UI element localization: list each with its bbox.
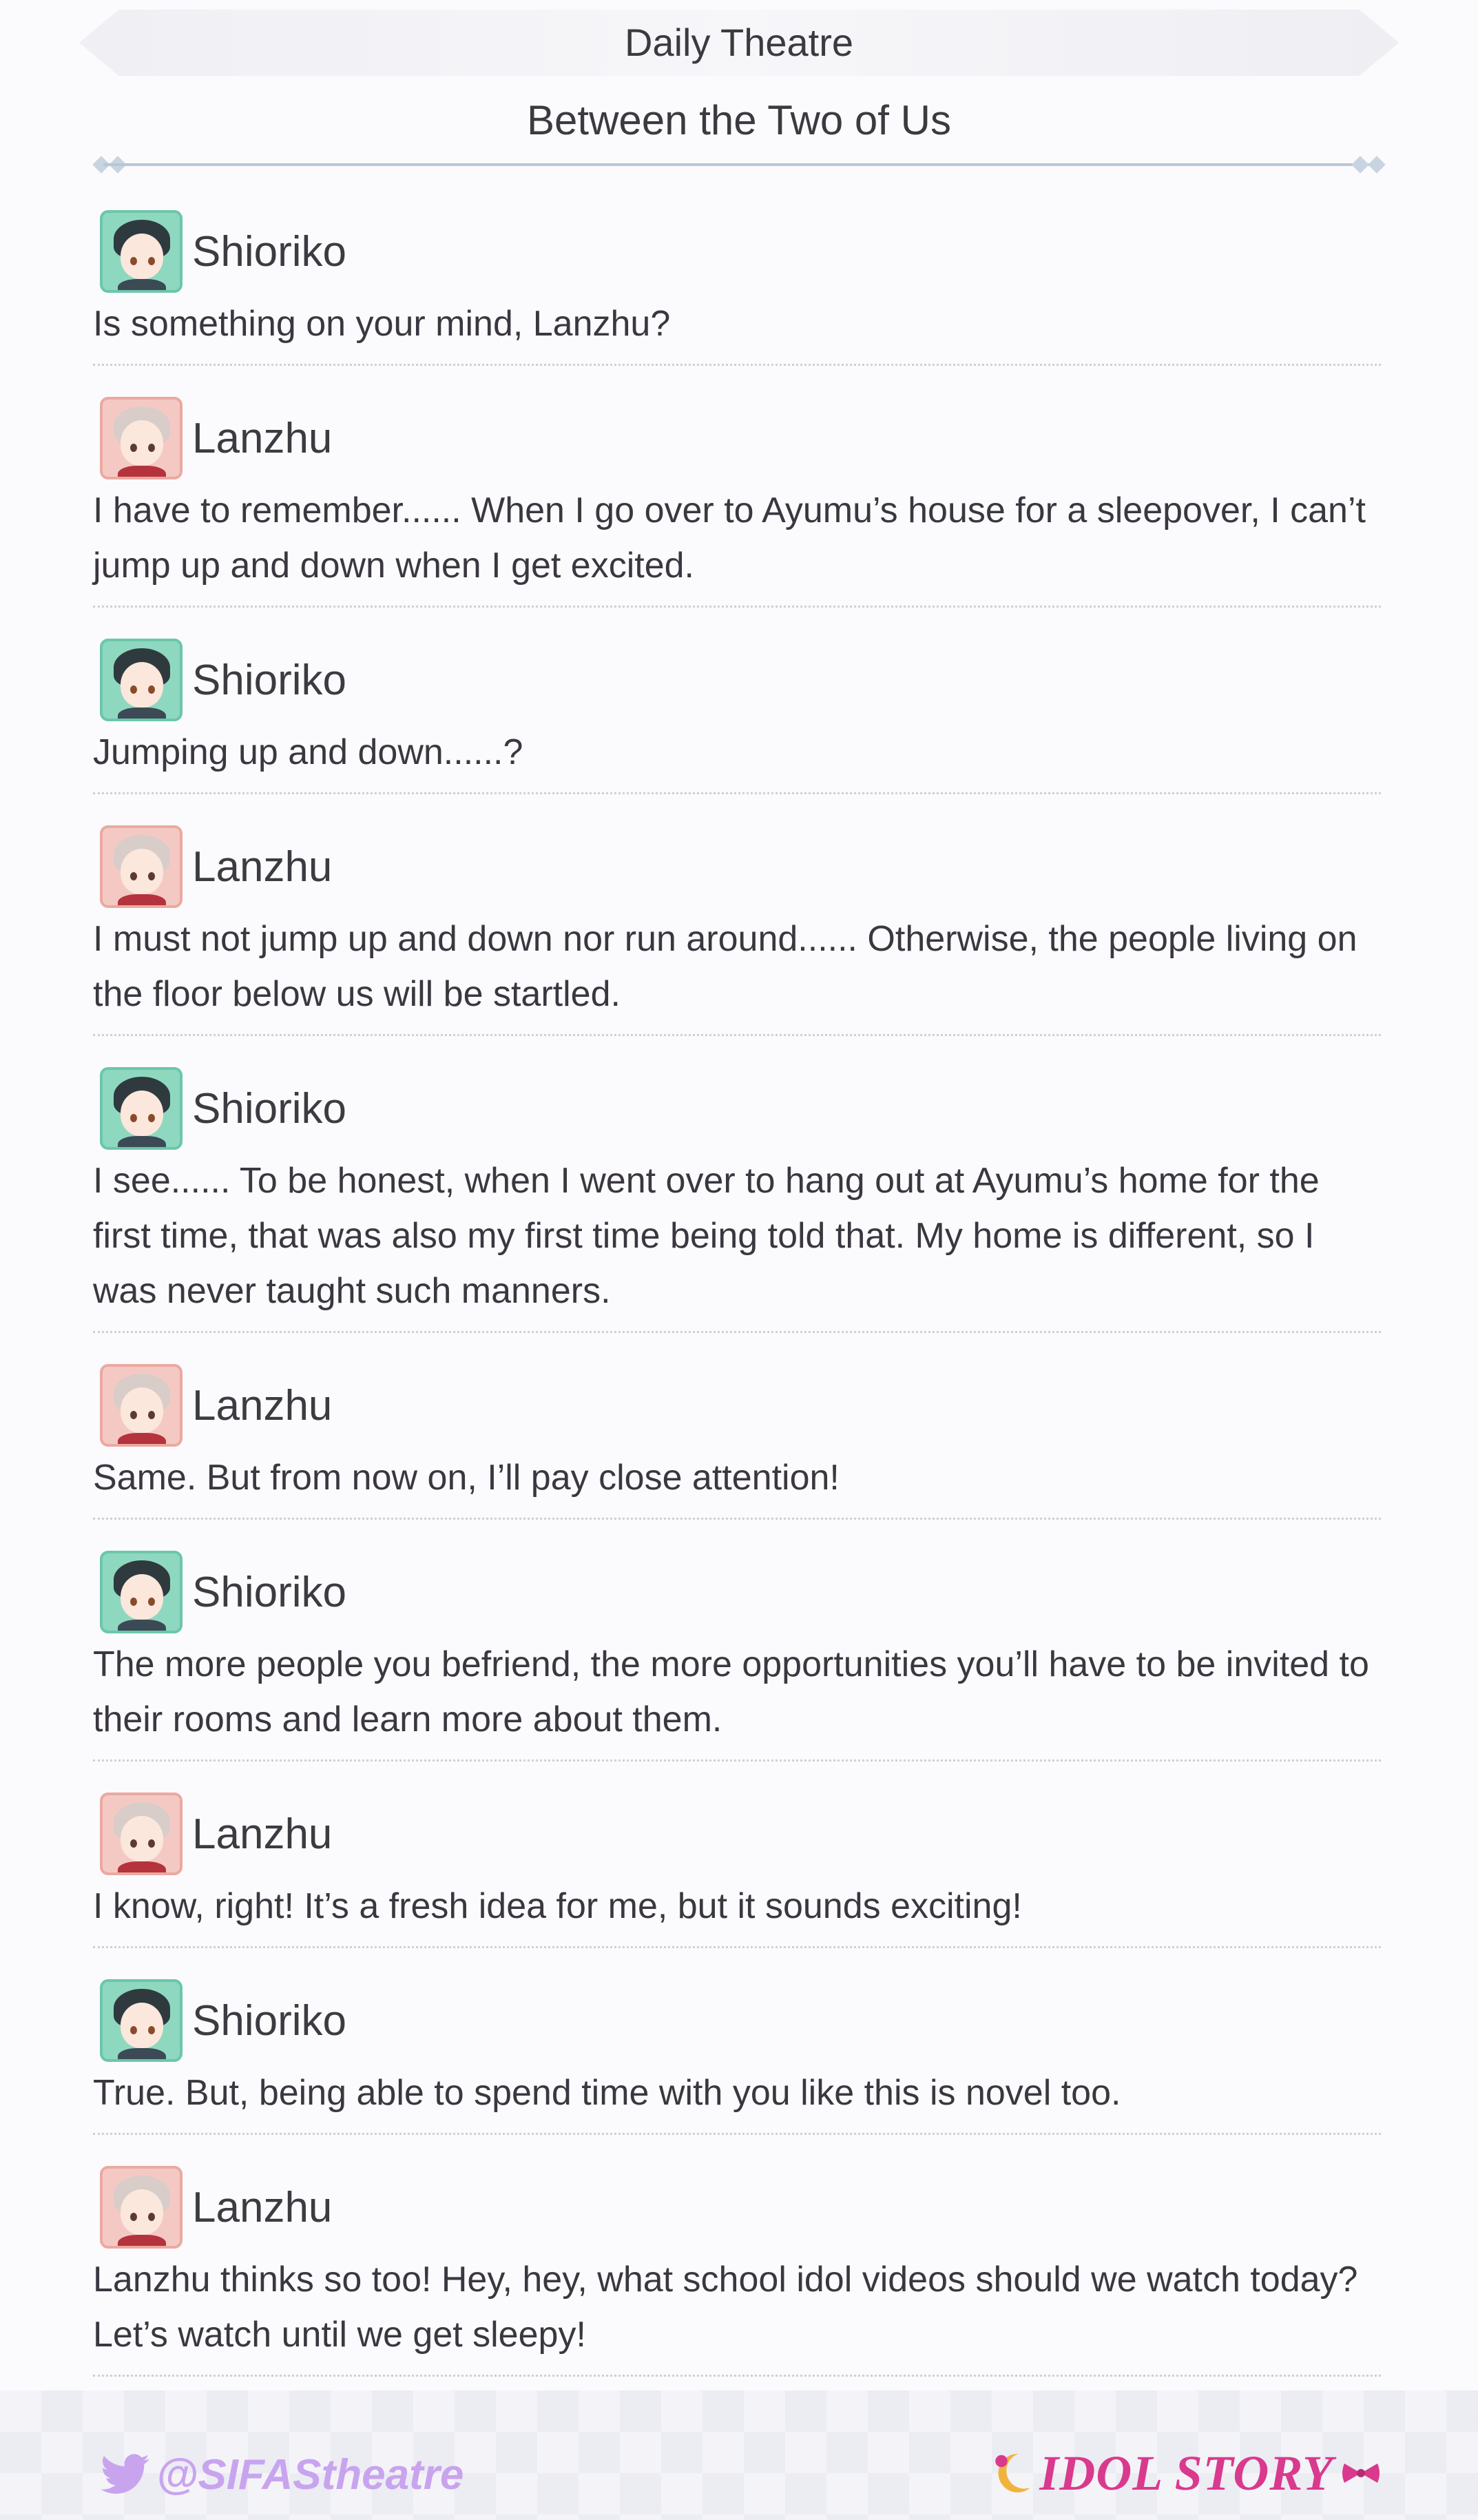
lanzhu-avatar (100, 2166, 183, 2249)
brand-text: IDOL STORY (1039, 2445, 1333, 2501)
dialogue-text: Jumping up and down......? (93, 732, 523, 772)
dialogue-entry: Lanzhu Lanzhu thinks so too! Hey, hey, wh… (93, 2162, 1381, 2377)
lanzhu-avatar (100, 397, 183, 479)
speaker-row: Lanzhu (93, 393, 1381, 483)
story-title: Between the Two of Us (527, 97, 951, 143)
brand-logo: IDOL STORY (987, 2439, 1382, 2508)
dialogue-text: The more people you befriend, the more o… (93, 1644, 1369, 1739)
shioriko-avatar (100, 1979, 183, 2062)
title-divider (103, 163, 1375, 166)
lanzhu-avatar (100, 1364, 183, 1447)
dialogue-text: I know, right! It’s a fresh idea for me,… (93, 1886, 1022, 1926)
speaker-name: Shioriko (192, 1996, 346, 2045)
dialogue-text: True. But, being able to spend time with… (93, 2073, 1121, 2113)
shioriko-avatar (100, 639, 183, 721)
lanzhu-avatar (100, 1793, 183, 1875)
speaker-row: Shioriko (93, 1976, 1381, 2065)
speaker-name: Lanzhu (192, 2183, 333, 2231)
dialogue-entry: Shioriko Is something on your mind, Lanzh… (93, 207, 1381, 366)
dialogue-entry: Shioriko Jumping up and down......? (93, 635, 1381, 794)
speaker-name: Lanzhu (192, 843, 333, 891)
dialogue-list: Shioriko Is something on your mind, Lanzh… (93, 207, 1381, 2404)
speaker-row: Shioriko (93, 207, 1381, 296)
divider-diamond-right (1368, 156, 1386, 174)
speaker-name: Lanzhu (192, 1381, 333, 1429)
speaker-name: Shioriko (192, 1568, 346, 1616)
twitter-handle-text: @SIFAStheatre (156, 2450, 464, 2499)
speaker-name: Shioriko (192, 656, 346, 704)
dialogue-entry: Lanzhu I must not jump up and down nor ru… (93, 822, 1381, 1036)
shioriko-avatar (100, 1551, 183, 1633)
shioriko-avatar (100, 210, 183, 293)
speaker-row: Lanzhu (93, 1789, 1381, 1879)
shioriko-avatar (100, 1067, 183, 1150)
speaker-row: Lanzhu (93, 1361, 1381, 1450)
dialogue-entry: Lanzhu I have to remember...... When I go… (93, 393, 1381, 608)
speaker-name: Shioriko (192, 227, 346, 276)
dialogue-text: Lanzhu thinks so too! Hey, hey, what sch… (93, 2260, 1358, 2355)
dialogue-text: I have to remember...... When I go over … (93, 490, 1366, 586)
page: Daily Theatre Between the Two of Us Shio… (0, 0, 1478, 2520)
dialogue-entry: Lanzhu I know, right! It’s a fresh idea f… (93, 1789, 1381, 1948)
speaker-row: Shioriko (93, 1547, 1381, 1637)
dialogue-text: I see...... To be honest, when I went ov… (93, 1161, 1320, 1311)
dialogue-entry: Shioriko I see...... To be honest, when I… (93, 1064, 1381, 1333)
speaker-name: Shioriko (192, 1084, 346, 1133)
moon-icon (995, 2453, 1031, 2492)
dialogue-text: Same. But from now on, I’ll pay close at… (93, 1458, 840, 1498)
speaker-name: Lanzhu (192, 1810, 333, 1858)
speaker-row: Lanzhu (93, 2162, 1381, 2252)
speaker-row: Shioriko (93, 635, 1381, 725)
section-title: Daily Theatre (624, 21, 853, 64)
bow-icon (1342, 2464, 1380, 2483)
dialogue-text: Is something on your mind, Lanzhu? (93, 304, 671, 344)
speaker-row: Shioriko (93, 1064, 1381, 1153)
dialogue-text: I must not jump up and down nor run arou… (93, 919, 1357, 1014)
dialogue-entry: Lanzhu Same. But from now on, I’ll pay cl… (93, 1361, 1381, 1520)
dialogue-entry: Shioriko True. But, being able to spend t… (93, 1976, 1381, 2135)
divider-diamond-right-inner (1351, 156, 1369, 174)
speaker-row: Lanzhu (93, 822, 1381, 911)
speaker-name: Lanzhu (192, 414, 333, 462)
bird-icon (101, 2454, 149, 2494)
lanzhu-avatar (100, 825, 183, 908)
dialogue-entry: Shioriko The more people you befriend, th… (93, 1547, 1381, 1762)
twitter-handle[interactable]: @SIFAStheatre (100, 2447, 464, 2502)
